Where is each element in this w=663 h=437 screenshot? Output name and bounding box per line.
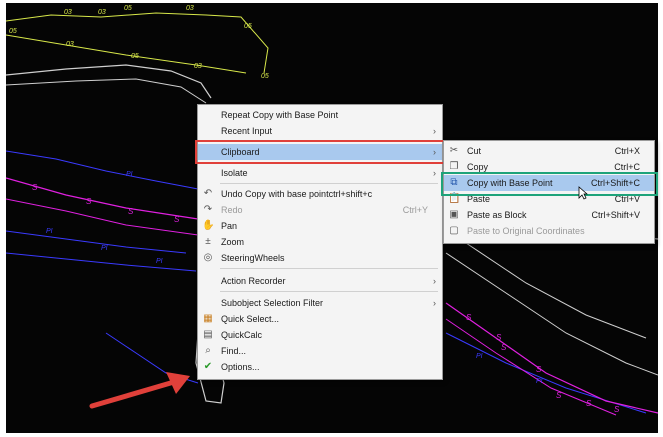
menu-item-repeat-copy[interactable]: Repeat Copy with Base Point: [198, 107, 442, 123]
menu-item-pan[interactable]: ✋ Pan: [198, 218, 442, 234]
pipe-label: PI: [476, 353, 483, 360]
pipe-label: PI: [536, 378, 543, 385]
annotation-arrow-icon: [89, 372, 190, 409]
menu-item-undo[interactable]: ↶ Undo Copy with base pointctrl+shift+c: [198, 186, 442, 202]
chevron-right-icon: ›: [433, 168, 436, 178]
menu-item-isolate[interactable]: Isolate ›: [198, 165, 442, 181]
menu-item-redo[interactable]: ↷ Redo Ctrl+Y: [198, 202, 442, 218]
annotation-highlight-clipboard: [195, 140, 446, 164]
redo-icon: ↷: [203, 204, 213, 215]
mouse-cursor-icon: [578, 186, 588, 200]
contour-label: 03: [64, 9, 72, 16]
quick-select-icon: ▦: [203, 313, 213, 324]
sewer-label: S: [128, 207, 134, 216]
chevron-right-icon: ›: [433, 126, 436, 136]
sewer-label: S: [586, 399, 592, 408]
contour-label: 05: [131, 53, 139, 60]
sewer-label: S: [174, 215, 180, 224]
submenu-item-paste-original[interactable]: ▢ Paste to Original Coordinates: [444, 223, 654, 239]
undo-icon: ↶: [203, 188, 213, 199]
sewer-label: S: [496, 333, 502, 342]
pipe-label: PI: [126, 171, 133, 178]
menu-item-zoom[interactable]: ± Zoom: [198, 234, 442, 250]
annotation-highlight-copy-base-point: [441, 172, 658, 196]
chevron-right-icon: ›: [433, 276, 436, 286]
steering-wheel-icon: ◎: [203, 252, 213, 263]
screenshot-stage: 03 03 05 03 05 03 05 03 05 05 PI PI PI P…: [0, 0, 663, 437]
chevron-right-icon: ›: [433, 298, 436, 308]
paste-block-icon: ▣: [449, 209, 459, 220]
calculator-icon: ▤: [203, 329, 213, 340]
sewer-label: S: [614, 405, 620, 414]
pipe-label: PI: [46, 228, 53, 235]
cut-icon: ✂: [449, 145, 459, 156]
contour-label: 05: [124, 5, 132, 12]
contour-label: 03: [66, 41, 74, 48]
menu-item-quick-select[interactable]: ▦ Quick Select...: [198, 311, 442, 327]
sewer-label: S: [32, 183, 38, 192]
sewer-label: S: [501, 343, 507, 352]
contour-label: 05: [244, 23, 252, 30]
sewer-label: S: [536, 365, 542, 374]
options-check-icon: ✔: [203, 361, 213, 372]
menu-item-recent-input[interactable]: Recent Input ›: [198, 123, 442, 139]
contour-label: 03: [186, 5, 194, 12]
contour-label: 03: [98, 9, 106, 16]
sewer-label: S: [466, 313, 472, 322]
sewer-label: S: [556, 391, 562, 400]
contour-label: 03: [194, 63, 202, 70]
contour-label: 05: [261, 73, 269, 80]
menu-item-steeringwheels[interactable]: ◎ SteeringWheels: [198, 250, 442, 266]
pipe-label: PI: [156, 258, 163, 265]
menu-item-action-recorder[interactable]: Action Recorder ›: [198, 273, 442, 289]
pan-hand-icon: ✋: [202, 220, 215, 231]
menu-item-options[interactable]: ✔ Options...: [198, 359, 442, 375]
contour-label: 05: [9, 28, 17, 35]
pipe-label: PI: [101, 245, 108, 252]
zoom-icon: ±: [205, 236, 211, 247]
find-icon: ⌕: [205, 345, 211, 356]
submenu-item-cut[interactable]: ✂ Cut Ctrl+X: [444, 143, 654, 159]
menu-item-subobject-filter[interactable]: Subobject Selection Filter ›: [198, 295, 442, 311]
submenu-item-paste-block[interactable]: ▣ Paste as Block Ctrl+Shift+V: [444, 207, 654, 223]
paste-original-icon: ▢: [449, 225, 459, 236]
menu-item-find[interactable]: ⌕ Find...: [198, 343, 442, 359]
menu-item-quickcalc[interactable]: ▤ QuickCalc: [198, 327, 442, 343]
sewer-label: S: [86, 197, 92, 206]
